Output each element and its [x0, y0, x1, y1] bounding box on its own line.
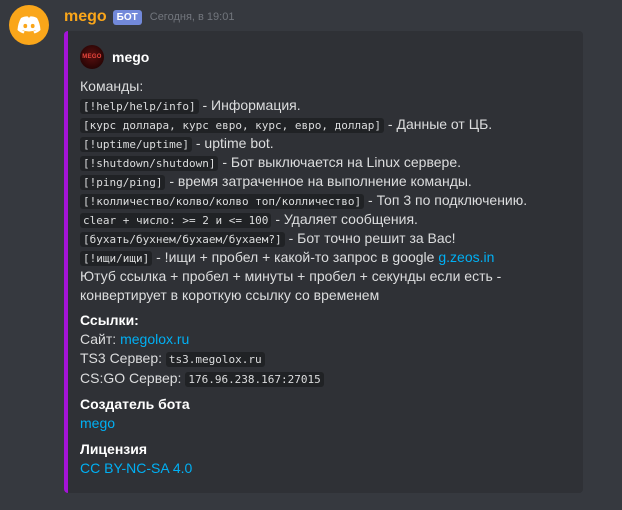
field-creator: Создатель бота mego	[80, 395, 190, 433]
field-links: Ссылки: Сайт: megolox.ru TS3 Сервер: ts3…	[80, 311, 324, 389]
command-code: [!колличество/колво/колво топ/колличеств…	[80, 194, 365, 209]
embed: MEGO mego Команды: [!help/help/info] - И…	[64, 31, 583, 493]
command-code: [курс доллара, курс евро, курс, евро, до…	[80, 118, 385, 133]
embed-author-icon: MEGO	[80, 45, 104, 69]
creator-link[interactable]: mego	[80, 415, 115, 431]
command-code: [!uptime/uptime]	[80, 137, 192, 152]
csgo-label: CS:GO Сервер:	[80, 370, 186, 386]
license-link[interactable]: CC BY-NC-SA 4.0	[80, 460, 192, 476]
command-text: - Данные от ЦБ.	[384, 116, 493, 132]
ts3-label: TS3 Сервер:	[80, 350, 166, 366]
site-link[interactable]: megolox.ru	[120, 331, 189, 347]
field-creator-name: Создатель бота	[80, 396, 190, 412]
command-code: [!shutdown/shutdown]	[80, 156, 219, 171]
command-text: - Топ 3 по подключению.	[364, 192, 528, 208]
bot-tag: БОТ	[112, 9, 142, 25]
discord-logo-icon	[17, 16, 41, 34]
field-links-name: Ссылки:	[80, 312, 139, 328]
ts3-value: ts3.megolox.ru	[165, 352, 265, 367]
search-command-line: [!ищи/ищи] - !ищи + пробел + какой-то за…	[80, 248, 580, 267]
timestamp: Сегодня, в 19:01	[149, 11, 235, 23]
ts3-row: TS3 Сервер: ts3.megolox.ru	[80, 349, 324, 369]
command-line: [!ping/ping] - время затраченное на выпо…	[80, 172, 580, 191]
csgo-row: CS:GO Сервер: 176.96.238.167:27015	[80, 369, 324, 389]
search-link[interactable]: g.zeos.in	[438, 249, 494, 265]
embed-author: MEGO mego	[80, 45, 149, 69]
command-text: - Бот точно решит за Вас!	[284, 230, 456, 246]
field-license: Лицензия CC BY-NC-SA 4.0	[80, 440, 192, 478]
author-name[interactable]: mego	[64, 8, 107, 26]
site-label: Сайт:	[80, 331, 121, 347]
chat-message: mego БОТ Сегодня, в 19:01 MEGO mego Кома…	[0, 0, 622, 510]
command-text: - Информация.	[198, 97, 301, 113]
command-text: - Удаляет сообщения.	[271, 211, 418, 227]
avatar[interactable]	[9, 5, 49, 45]
command-line: [!uptime/uptime] - uptime bot.	[80, 134, 580, 153]
embed-description: Команды: [!help/help/info] - Информация.…	[80, 77, 580, 305]
command-line: [бухать/бухнем/бухаем/бухаем?] - Бот точ…	[80, 229, 580, 248]
command-code: [!ping/ping]	[80, 175, 166, 190]
command-line: clear + число: >= 2 и <= 100 - Удаляет с…	[80, 210, 580, 229]
command-text: - Бот выключается на Linux сервере.	[218, 154, 461, 170]
search-command-text: - !ищи + пробел + какой-то запрос в goog…	[152, 249, 439, 265]
command-text: - время затраченное на выполнение команд…	[165, 173, 472, 189]
command-code: [бухать/бухнем/бухаем/бухаем?]	[80, 232, 285, 247]
field-license-name: Лицензия	[80, 441, 148, 457]
search-command-code: [!ищи/ищи]	[80, 251, 153, 266]
commands-heading: Команды:	[80, 78, 144, 94]
embed-author-name: mego	[112, 49, 150, 65]
embed-author-icon-text: MEGO	[82, 54, 102, 60]
csgo-value: 176.96.238.167:27015	[185, 372, 324, 387]
command-code: [!help/help/info]	[80, 99, 199, 114]
site-row: Сайт: megolox.ru	[80, 330, 324, 349]
youtube-command-text: Ютуб ссылка + пробел + минуты + пробел +…	[80, 268, 502, 303]
command-line: [!shutdown/shutdown] - Бот выключается н…	[80, 153, 580, 172]
command-code: clear + число: >= 2 и <= 100	[80, 213, 272, 228]
message-header: mego БОТ Сегодня, в 19:01	[64, 7, 234, 27]
command-text: - uptime bot.	[191, 135, 274, 151]
command-line: [!help/help/info] - Информация.	[80, 96, 580, 115]
command-line: [!колличество/колво/колво топ/колличеств…	[80, 191, 580, 210]
command-line: [курс доллара, курс евро, курс, евро, до…	[80, 115, 580, 134]
